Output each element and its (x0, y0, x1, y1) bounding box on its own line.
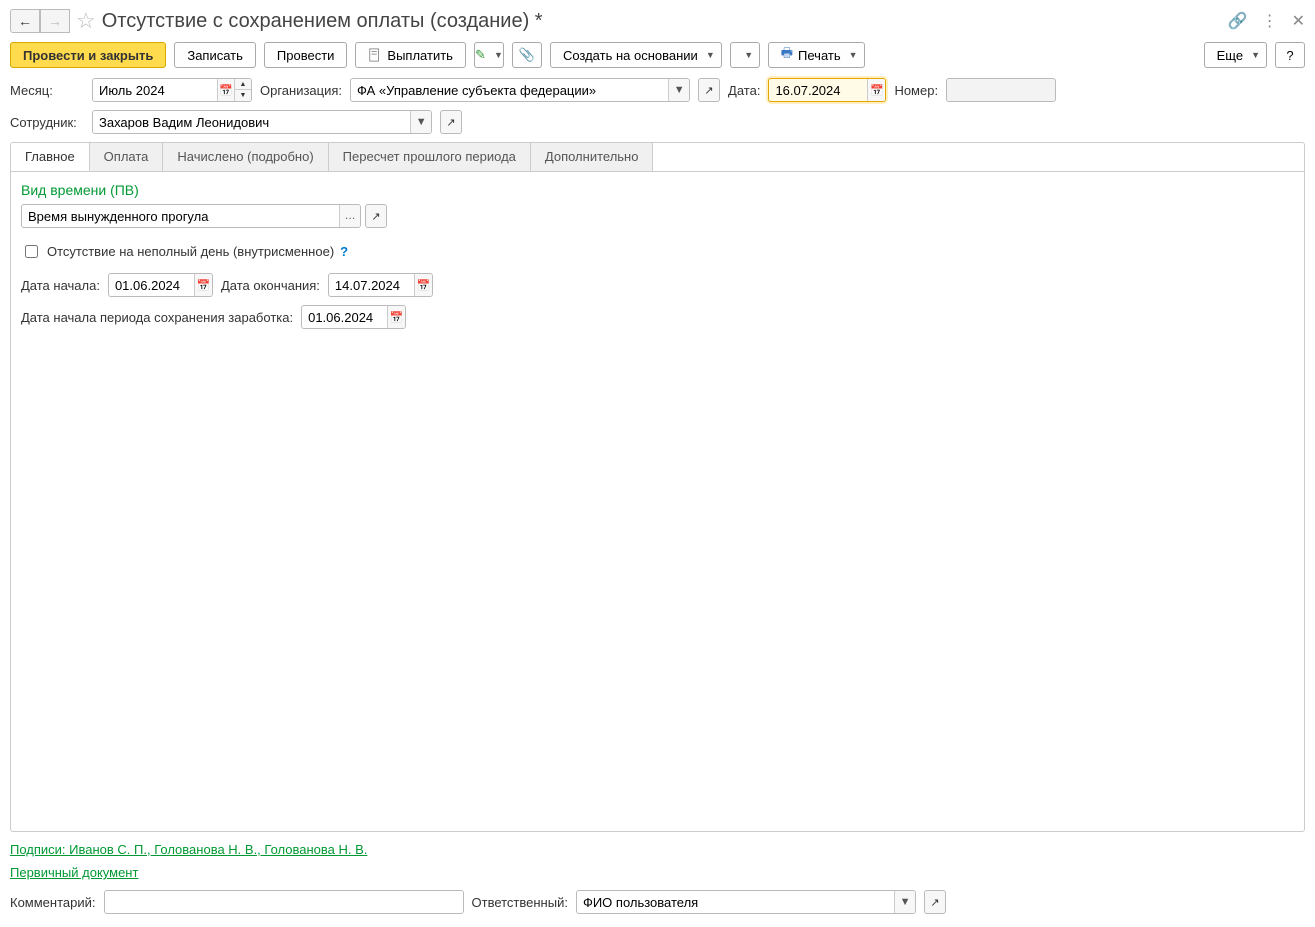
chevron-down-icon: ▼ (744, 50, 753, 60)
month-spinner[interactable]: ▲ ▼ (234, 79, 251, 101)
earn-start-input[interactable] (302, 306, 387, 328)
month-label: Месяц: (10, 83, 84, 98)
comment-input[interactable] (105, 891, 463, 913)
ellipsis-icon[interactable]: … (339, 205, 360, 227)
number-label: Номер: (894, 83, 938, 98)
spinner-down-icon[interactable]: ▼ (235, 90, 251, 101)
favorite-star-icon[interactable]: ☆ (76, 8, 96, 34)
paperclip-icon: 📎 (519, 47, 535, 63)
responsible-input[interactable] (577, 891, 894, 913)
time-type-title: Вид времени (ПВ) (21, 182, 1294, 198)
print-label: Печать (798, 48, 841, 63)
end-date-label: Дата окончания: (221, 278, 320, 293)
link-icon[interactable]: 🔗 (1228, 11, 1248, 31)
primary-doc-link[interactable]: Первичный документ (10, 865, 1305, 880)
start-date-field[interactable]: 📅 (108, 273, 213, 297)
close-icon[interactable]: ✕ (1292, 11, 1305, 31)
help-icon[interactable]: ? (340, 244, 348, 259)
earn-start-label: Дата начала периода сохранения заработка… (21, 310, 293, 325)
tab-accrued[interactable]: Начислено (подробно) (163, 143, 328, 171)
employee-open-button[interactable]: ↗ (440, 110, 462, 134)
tab-extra[interactable]: Дополнительно (531, 143, 654, 171)
document-icon (368, 48, 382, 62)
chevron-down-icon: ▼ (1251, 50, 1260, 60)
page-title: Отсутствие с сохранением оплаты (создани… (102, 10, 543, 33)
print-button[interactable]: 🖶 Печать ▼ (768, 42, 865, 68)
pay-button[interactable]: Выплатить (355, 42, 466, 68)
tab-main[interactable]: Главное (11, 143, 90, 172)
org-field[interactable]: ▼ (350, 78, 690, 102)
responsible-label: Ответственный: (472, 895, 568, 910)
number-input (947, 79, 1055, 101)
tabs: Главное Оплата Начислено (подробно) Пере… (10, 142, 1305, 172)
dropdown-icon[interactable]: ▼ (894, 891, 915, 913)
calendar-icon[interactable]: 📅 (217, 79, 234, 101)
end-date-field[interactable]: 📅 (328, 273, 433, 297)
start-date-input[interactable] (109, 274, 194, 296)
create-based-on-button[interactable]: Создать на основании ▼ (550, 42, 722, 68)
date-input[interactable] (769, 79, 867, 101)
attach-button[interactable]: 📎 (512, 42, 542, 68)
dropdown-icon[interactable]: ▼ (668, 79, 689, 101)
signatures-link[interactable]: Подписи: Иванов С. П., Голованова Н. В.,… (10, 842, 1305, 857)
partial-day-label: Отсутствие на неполный день (внутрисменн… (47, 244, 334, 259)
date-label: Дата: (728, 83, 760, 98)
nav-back-button[interactable]: ← (10, 9, 40, 33)
chevron-down-icon: ▼ (849, 50, 858, 60)
org-open-button[interactable]: ↗ (698, 78, 720, 102)
calendar-icon[interactable]: 📅 (414, 274, 432, 296)
copy-button[interactable]: ▼ (730, 42, 760, 68)
org-input[interactable] (351, 79, 668, 101)
tab-body-main: Вид времени (ПВ) … ↗ Отсутствие на непол… (10, 172, 1305, 832)
comment-field[interactable] (104, 890, 464, 914)
employee-field[interactable]: ▼ (92, 110, 432, 134)
tab-payment[interactable]: Оплата (90, 143, 164, 171)
start-date-label: Дата начала: (21, 278, 100, 293)
nav-forward-button[interactable]: → (40, 9, 70, 33)
printer-icon: 🖶 (781, 44, 793, 66)
number-field (946, 78, 1056, 102)
chevron-down-icon: ▼ (706, 50, 715, 60)
create-based-label: Создать на основании (563, 48, 698, 63)
post-button[interactable]: Провести (264, 42, 348, 68)
employee-label: Сотрудник: (10, 115, 84, 130)
date-field[interactable]: 📅 (768, 78, 886, 102)
month-field[interactable]: 📅 ▲ ▼ (92, 78, 252, 102)
time-type-input[interactable] (22, 205, 339, 227)
responsible-open-button[interactable]: ↗ (924, 890, 946, 914)
time-type-open-button[interactable]: ↗ (365, 204, 387, 228)
org-label: Организация: (260, 83, 342, 98)
calendar-icon[interactable]: 📅 (194, 274, 212, 296)
calendar-icon[interactable]: 📅 (867, 79, 885, 101)
time-type-field[interactable]: … (21, 204, 361, 228)
dropdown-icon[interactable]: ▼ (410, 111, 431, 133)
save-button[interactable]: Записать (174, 42, 256, 68)
earn-start-field[interactable]: 📅 (301, 305, 406, 329)
partial-day-checkbox[interactable] (25, 245, 38, 258)
month-input[interactable] (93, 79, 217, 101)
employee-input[interactable] (93, 111, 410, 133)
kebab-menu-icon[interactable]: ⋮ (1262, 11, 1278, 31)
pay-button-label: Выплатить (387, 48, 453, 63)
responsible-field[interactable]: ▼ (576, 890, 916, 914)
post-and-close-button[interactable]: Провести и закрыть (10, 42, 166, 68)
end-date-input[interactable] (329, 274, 414, 296)
more-button[interactable]: Еще ▼ (1204, 42, 1267, 68)
tab-recalc[interactable]: Пересчет прошлого периода (329, 143, 531, 171)
more-label: Еще (1217, 48, 1243, 63)
highlight-button[interactable]: ✎ ▼ (474, 42, 504, 68)
pencil-icon: ✎ (475, 47, 486, 63)
chevron-down-icon: ▼ (494, 50, 503, 60)
comment-label: Комментарий: (10, 895, 96, 910)
calendar-icon[interactable]: 📅 (387, 306, 405, 328)
spinner-up-icon[interactable]: ▲ (235, 79, 251, 90)
help-button[interactable]: ? (1275, 42, 1305, 68)
